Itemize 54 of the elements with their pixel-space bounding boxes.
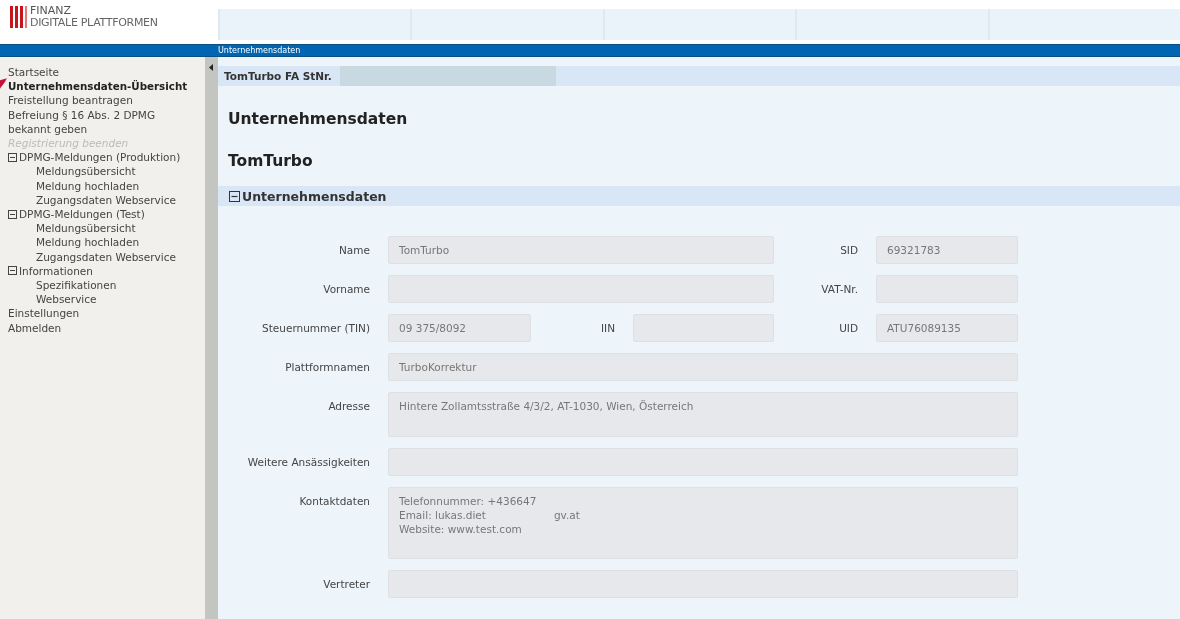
collapse-icon[interactable] [8, 152, 17, 162]
nav-link[interactable]: Einstellungen [8, 306, 80, 321]
field-text: gv.at [553, 508, 580, 522]
text-area[interactable]: Hintere Zollamtsstraße 4/3/2, AT-1030, Wien, Österreich [388, 392, 1018, 437]
nav-group[interactable]: Informationen [19, 263, 93, 279]
section-title: Unternehmensdaten [242, 188, 387, 204]
text-area[interactable]: Telefonnummer: +436647 Email: lukas.diet gv.at Website: www.test.com [388, 487, 1018, 559]
collapse-icon[interactable] [229, 190, 240, 202]
field-text: Telefonnummer: +436647 [399, 494, 537, 508]
field-label: Kontaktdaten [298, 494, 371, 509]
field-label: IIN [599, 321, 616, 336]
nav-link[interactable]: Startseite [8, 65, 60, 80]
input-field[interactable]: TomTurbo [388, 236, 774, 264]
page-heading: Unternehmensdaten [228, 110, 409, 130]
field-label: VAT-Nr. [820, 282, 859, 297]
collapse-icon[interactable] [8, 209, 17, 219]
logo-icon [10, 6, 27, 28]
nav-group[interactable]: DPMG-Meldungen (Produktion) [19, 150, 181, 165]
nav-link[interactable]: Meldungsübersicht [36, 221, 136, 236]
collapse-arrow-icon[interactable] [209, 64, 213, 71]
field-label: Plattformnamen [284, 360, 371, 375]
input-field[interactable]: TurboKorrektur [388, 353, 1018, 381]
field-text: Website: www.test.com [399, 522, 522, 536]
nav-link[interactable]: Meldung hochladen [36, 235, 140, 250]
nav-link[interactable]: Befreiung § 16 Abs. 2 DPMG bekannt geben [8, 107, 193, 136]
field-label: Vorname [322, 282, 371, 297]
tax-label: TomTurbo FA StNr. [223, 70, 333, 82]
nav-link[interactable]: Meldungsübersicht [36, 164, 136, 179]
company-heading: TomTurbo [228, 152, 314, 172]
field-label: SID [839, 243, 859, 258]
input-field[interactable]: 69321783 [876, 236, 1018, 264]
nav-link[interactable]: Meldung hochladen [36, 178, 140, 193]
field-label: Name [338, 243, 371, 258]
logo-title: FINANZ [30, 5, 73, 17]
field-label: Weitere Ansässigkeiten [246, 455, 371, 470]
field-text: Email: lukas.diet [399, 508, 486, 522]
breadcrumb: Unternehmensdaten [218, 45, 301, 56]
logo-subtitle: DIGITALE PLATTFORMEN [30, 17, 158, 29]
field-label: Steuernummer (TIN) [261, 321, 371, 336]
nav-link[interactable]: Unternehmensdaten-Übersicht [8, 79, 188, 94]
collapse-icon[interactable] [8, 266, 17, 276]
nav-group[interactable]: DPMG-Meldungen (Test) [19, 207, 145, 222]
input-field[interactable]: ATU76089135 [876, 314, 1018, 342]
nav-link[interactable]: Abmelden [8, 320, 62, 335]
nav-link[interactable]: Webservice [36, 292, 97, 307]
field-text: Hintere Zollamtsstraße 4/3/2, AT-1030, Wien, Österreich [399, 399, 694, 413]
input-field[interactable]: 09 375/8092 [388, 314, 531, 342]
nav-link[interactable]: Spezifikationen [36, 278, 117, 293]
nav-link[interactable]: Zugangsdaten Webservice [36, 249, 176, 264]
field-label: Adresse [327, 399, 371, 414]
nav-link[interactable]: Zugangsdaten Webservice [36, 192, 176, 208]
field-label: UID [838, 321, 859, 336]
field-label: Vertreter [322, 577, 371, 592]
nav-link[interactable]: Freistellung beantragen [8, 93, 133, 108]
